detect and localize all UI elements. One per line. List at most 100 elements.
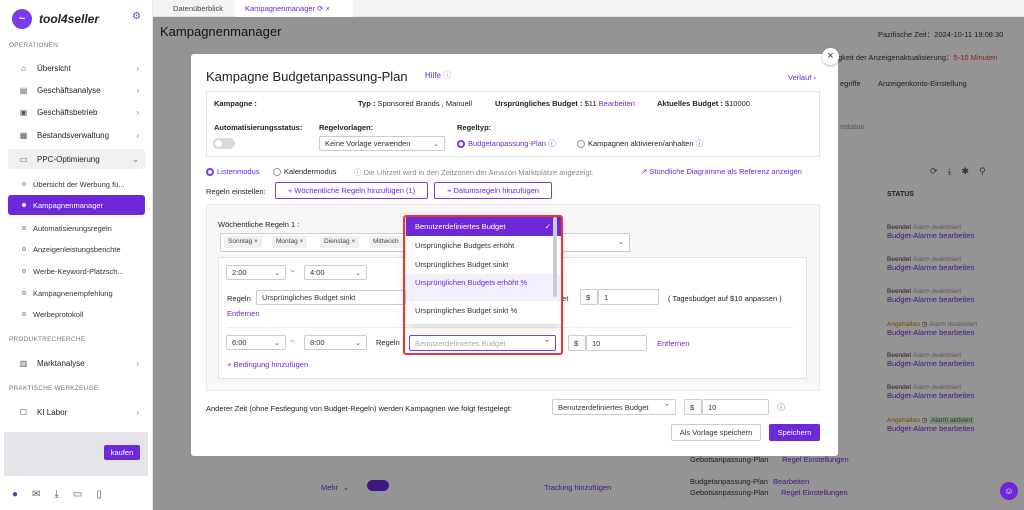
slot1-remove-link[interactable]: Entfernen <box>227 309 260 318</box>
rule-type-activate-radio[interactable]: Kampagnen aktivieren/anhalten ⓘ <box>577 138 703 149</box>
highlight-box <box>403 215 563 355</box>
add-condition-link[interactable]: + Bedingung hinzufügen <box>227 360 308 369</box>
close-tab-icon[interactable]: × <box>326 4 330 13</box>
day-tag-label: Montag <box>276 238 298 245</box>
add-weekly-rules-button[interactable]: + Wöchentliche Regeln hinzufügen (1) <box>275 182 428 199</box>
slot2-currency: $ <box>568 335 586 351</box>
slot1-from-value: 2:00 <box>232 268 247 277</box>
section-operations: OPERATIONEN <box>9 42 59 49</box>
slot1-rule-select[interactable]: Ursprüngliches Budget sinkt <box>256 290 406 305</box>
slot2-rules-label: Regeln <box>376 338 400 347</box>
slot2-value-input[interactable]: 10 <box>586 335 647 351</box>
slot2-to-select[interactable]: 8:00 ⌄ <box>304 335 367 350</box>
close-modal-button[interactable]: × <box>822 48 839 65</box>
save-button[interactable]: Speichern <box>769 424 820 441</box>
sidebar-item-inventory[interactable]: ▦ Bestandsverwaltung › <box>8 125 145 145</box>
app-name: tool4seller <box>39 12 100 26</box>
rule-type-label-1: Budgetanpassung-Plan <box>468 139 546 148</box>
type-label: Typ : <box>358 99 378 108</box>
sidebar-sub-recommendation[interactable]: Kampagnenempfehlung <box>8 283 145 303</box>
other-value-input[interactable]: 10 <box>702 399 769 415</box>
sidebar-item-market[interactable]: ▥ Marktanalyse › <box>8 353 145 373</box>
briefcase-icon: ▣ <box>19 107 28 117</box>
slot2-remove-link[interactable]: Entfernen <box>657 339 690 348</box>
chevron-right-icon: › <box>136 107 139 117</box>
chevron-down-icon: ⌄ <box>433 140 439 148</box>
sidebar-item-label: KI Labor <box>37 407 68 417</box>
chevron-down-icon: ⌄ <box>618 239 624 246</box>
slot1-from-select[interactable]: 2:00 ⌄ <box>226 265 286 280</box>
campaign-label: Kampagne : <box>214 99 257 108</box>
logo-icon: ~ <box>12 9 32 29</box>
sidebar-item-label: Kampagnenempfehlung <box>33 288 113 298</box>
remove-tag-icon[interactable]: × <box>351 238 355 245</box>
sidebar-sub-ad-overview[interactable]: Übersicht der Werbung fü... <box>8 174 145 194</box>
current-budget: Aktuelles Budget : $10000 <box>657 99 750 108</box>
other-time-select[interactable]: Benutzerdefiniertes Budget ⌃ <box>552 399 676 415</box>
template-select[interactable]: Keine Vorlage verwenden ⌄ <box>319 136 445 151</box>
automation-toggle[interactable] <box>213 138 235 149</box>
slot1-value-input[interactable]: 1 <box>598 289 659 305</box>
list-mode-radio[interactable]: Listenmodus <box>206 167 260 177</box>
market-icon: ▥ <box>19 358 28 368</box>
rule-type-budget-radio[interactable]: Budgetanpassung-Plan ⓘ <box>457 138 556 149</box>
remove-tag-icon[interactable]: × <box>254 238 258 245</box>
original-budget-label: Ursprüngliches Budget : <box>495 99 585 108</box>
bullet-icon <box>22 247 26 251</box>
download-icon[interactable]: ⤓ <box>54 489 58 500</box>
history-link[interactable]: Verlauf › <box>788 73 816 82</box>
screen-icon[interactable]: ▭ <box>73 489 82 500</box>
day-tag: Dienstag × <box>320 236 360 248</box>
slot1-currency: $ <box>580 289 598 305</box>
sidebar-item-operations[interactable]: ▣ Geschäftsbetrieb › <box>8 102 145 122</box>
info-icon[interactable]: ⓘ <box>777 402 785 413</box>
sidebar-item-label: Geschäftsbetrieb <box>37 107 98 117</box>
refresh-icon[interactable]: ⟳ <box>317 4 323 13</box>
current-budget-label: Aktuelles Budget : <box>657 99 725 108</box>
sidebar-item-ai-lab[interactable]: ☐ KI Labor › <box>8 402 145 422</box>
budget-plan-modal: Kampagne Budgetanpassung-Plan Hilfe ⓘ Ve… <box>191 54 838 456</box>
sidebar-item-label: Kampagnenmanager <box>33 200 104 210</box>
slot2-from-select[interactable]: 6:00 ⌄ <box>226 335 286 350</box>
sidebar-item-ppc[interactable]: ▭ PPC-Optimierung ⌄ <box>8 149 145 169</box>
calendar-mode-label: Kalendermodus <box>284 167 337 176</box>
tab-data-overview[interactable]: Datenüberblick <box>163 0 233 17</box>
other-time-label: Anderer Zeit (ohne Festlegung von Budget… <box>206 404 513 413</box>
hourly-chart-link[interactable]: ↗ Stündliche Diagramme als Referenz anze… <box>641 167 802 176</box>
slot1-rules-label: Regeln <box>227 294 251 303</box>
mobile-icon[interactable]: ▯ <box>96 489 102 500</box>
chevron-down-icon: ⌄ <box>355 269 361 277</box>
modal-title: Kampagne Budgetanpassung-Plan <box>206 69 408 84</box>
sidebar-item-overview[interactable]: ⌂ Übersicht › <box>8 58 145 78</box>
automation-status-label: Automatisierungsstatus: <box>214 123 303 132</box>
sidebar-sub-ad-log[interactable]: Werbeprotokoll <box>8 304 145 324</box>
sidebar-sub-automation-rules[interactable]: Automatisierungsregeln <box>8 218 145 238</box>
sidebar-item-label: PPC-Optimierung <box>37 154 100 164</box>
mail-icon[interactable]: ✉ <box>32 489 40 500</box>
user-icon[interactable]: ● <box>12 489 18 500</box>
save-template-button[interactable]: Als Vorlage speichern <box>671 424 761 441</box>
section-tools: PRAKTISCHE WERKZEUGE <box>9 385 99 392</box>
chevron-right-icon: › <box>136 130 139 140</box>
add-date-rules-button[interactable]: + Datumsregeln hinzufügen <box>434 182 552 199</box>
sidebar-sub-campaign-manager[interactable]: Kampagnenmanager <box>8 195 145 215</box>
tab-campaign-manager[interactable]: Kampagnenmanager ⟳ × <box>235 0 353 17</box>
sidebar-sub-keyword-placement[interactable]: Werbe-Keyword-Platzsch... <box>8 261 145 281</box>
chevron-right-icon: › <box>136 63 139 73</box>
settings-icon[interactable]: ⚙ <box>132 11 141 22</box>
calendar-mode-radio[interactable]: Kalendermodus <box>273 167 337 177</box>
weekly-rules-title: Wöchentliche Regeln 1 : <box>218 220 300 229</box>
range-separator: ~ <box>290 267 295 276</box>
support-chat-icon[interactable]: ☺ <box>1000 482 1018 500</box>
remove-tag-icon[interactable]: × <box>300 238 304 245</box>
help-link[interactable]: Hilfe ⓘ <box>425 70 451 81</box>
days-select-extension[interactable]: ⌄ <box>557 233 630 252</box>
edit-budget-link[interactable]: Bearbeiten <box>599 99 635 108</box>
day-tag-label: Mittwoch <box>373 238 399 245</box>
sidebar-sub-reports[interactable]: Anzeigenleistungsberichte <box>8 239 145 259</box>
slot1-to-select[interactable]: 4:00 ⌄ <box>304 265 367 280</box>
buy-button[interactable]: kaufen <box>104 445 140 460</box>
sidebar-item-analysis[interactable]: ▤ Geschäftsanalyse › <box>8 80 145 100</box>
sidebar-item-label: Geschäftsanalyse <box>37 85 101 95</box>
day-tag: Sonntag × <box>224 236 262 248</box>
